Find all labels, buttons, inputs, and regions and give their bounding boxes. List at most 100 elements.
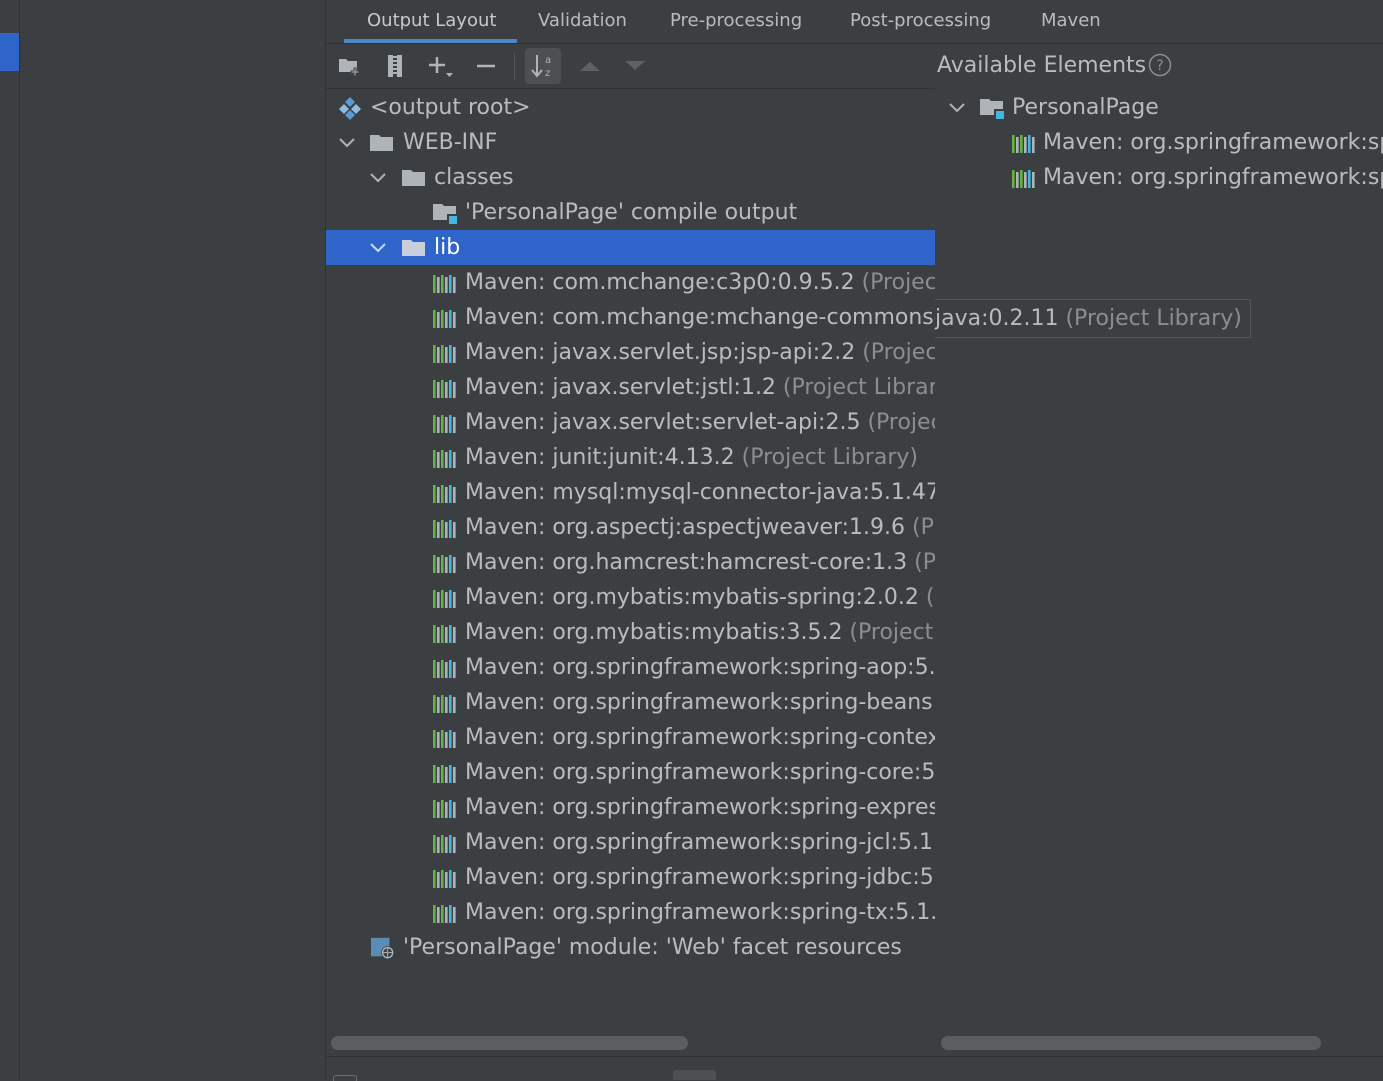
tree-node-output-root[interactable]: <output root> xyxy=(326,90,935,125)
library-name: Maven: org.aspectj:aspectjweaver:1.9.6 xyxy=(465,515,906,540)
tree-node-library[interactable]: Maven: org.springframework:spring-expres xyxy=(326,790,935,825)
library-icon xyxy=(1012,170,1035,188)
library-name: Maven: org.springframework:spring-core:5 xyxy=(465,760,935,785)
available-node-personalpage[interactable]: PersonalPage xyxy=(945,90,1383,125)
tree-node-library[interactable]: Maven: org.springframework:spring-contex xyxy=(326,720,935,755)
available-node-label: PersonalPage xyxy=(1012,95,1159,120)
bottom-checkbox[interactable] xyxy=(333,1075,357,1081)
help-icon[interactable]: ? xyxy=(1148,53,1172,77)
folder-icon xyxy=(370,135,393,151)
library-icon xyxy=(433,905,456,923)
chevron-down-icon[interactable] xyxy=(947,90,967,125)
tree-node-library[interactable]: Maven: org.mybatis:mybatis-spring:2.0.2 … xyxy=(326,580,935,615)
add-icon xyxy=(429,57,453,77)
available-library-item[interactable]: Maven: org.springframework:sp xyxy=(945,160,1383,195)
tree-node-facet-resources[interactable]: 'PersonalPage' module: 'Web' facet resou… xyxy=(326,930,935,965)
tab-pre-processing[interactable]: Pre-processing xyxy=(670,0,802,43)
tree-node-label: Maven: org.springframework:spring-contex xyxy=(465,720,935,755)
tree-node-library[interactable]: Maven: com.mchange:mchange-commons-java:… xyxy=(326,300,935,335)
tree-node-library[interactable]: Maven: org.springframework:spring-aop:5.… xyxy=(326,650,935,685)
sort-alphabetically-button[interactable]: a z xyxy=(525,48,561,84)
chevron-down-icon[interactable] xyxy=(368,230,388,265)
tree-node-library[interactable]: Maven: org.aspectj:aspectjweaver:1.9.6 (… xyxy=(326,510,935,545)
tree-node-label: Maven: javax.servlet:servlet-api:2.5 (Pr… xyxy=(465,405,935,440)
available-library-item[interactable]: Maven: org.springframework:sp xyxy=(945,125,1383,160)
toolbar-separator xyxy=(514,52,515,80)
tree-node-label: Maven: org.aspectj:aspectjweaver:1.9.6 (… xyxy=(465,510,935,545)
move-down-button[interactable] xyxy=(617,48,653,84)
tree-node-label: Maven: org.springframework:spring-jcl:5.… xyxy=(465,825,935,860)
tree-node-library[interactable]: Maven: javax.servlet.jsp:jsp-api:2.2 (Pr… xyxy=(326,335,935,370)
pane-divider[interactable] xyxy=(935,88,936,1030)
remove-button[interactable] xyxy=(468,48,504,84)
tree-node-classes[interactable]: classes xyxy=(326,160,935,195)
svg-text:a: a xyxy=(545,55,551,66)
tree-node-label: 'PersonalPage' compile output xyxy=(465,200,798,225)
chevron-down-icon[interactable] xyxy=(337,125,357,160)
tab-post-processing[interactable]: Post-processing xyxy=(850,0,991,43)
tree-node-library[interactable]: Maven: org.springframework:spring-beans: xyxy=(326,685,935,720)
library-name: Maven: javax.servlet:servlet-api:2.5 xyxy=(465,410,861,435)
library-icon xyxy=(433,870,456,888)
tree-node-library[interactable]: Maven: org.hamcrest:hamcrest-core:1.3 (P… xyxy=(326,545,935,580)
tree-node-library[interactable]: Maven: javax.servlet:servlet-api:2.5 (Pr… xyxy=(326,405,935,440)
left-tool-strip-active-item[interactable] xyxy=(0,33,19,71)
library-icon xyxy=(433,800,456,818)
tree-node-library[interactable]: Maven: org.springframework:spring-jdbc:5… xyxy=(326,860,935,895)
tree-node-library[interactable]: Maven: org.springframework:spring-jcl:5.… xyxy=(326,825,935,860)
library-icon xyxy=(433,555,456,573)
move-up-icon xyxy=(580,62,600,71)
library-name: Maven: org.hamcrest:hamcrest-core:1.3 xyxy=(465,550,908,575)
new-folder-button[interactable] xyxy=(332,48,368,84)
library-scope: (Projec xyxy=(860,410,935,435)
tree-scrollbar-thumb[interactable] xyxy=(331,1036,688,1050)
tree-node-compile-output[interactable]: 'PersonalPage' compile output xyxy=(326,195,935,230)
web-facet-icon xyxy=(371,937,395,960)
library-name: Maven: org.mybatis:mybatis:3.5.2 xyxy=(465,620,843,645)
library-icon xyxy=(433,730,456,748)
new-archive-button[interactable] xyxy=(377,48,413,84)
tree-node-label: Maven: org.springframework:spring-tx:5.1… xyxy=(465,895,935,930)
tree-node-label: Maven: com.mchange:c3p0:0.9.5.2 (Projec xyxy=(465,265,935,300)
tree-node-web-inf[interactable]: WEB-INF xyxy=(326,125,935,160)
move-up-button[interactable] xyxy=(572,48,608,84)
tab-validation[interactable]: Validation xyxy=(538,0,627,43)
tree-node-lib[interactable]: lib xyxy=(326,230,935,265)
library-name: Maven: javax.servlet:jstl:1.2 xyxy=(465,375,776,400)
available-scrollbar-thumb[interactable] xyxy=(941,1036,1321,1050)
tree-node-library[interactable]: Maven: com.mchange:c3p0:0.9.5.2 (Projec xyxy=(326,265,935,300)
bottom-button[interactable] xyxy=(673,1070,716,1080)
library-name-tooltip: java:0.2.11 (Project Library) xyxy=(935,299,1251,338)
library-name: Maven: javax.servlet.jsp:jsp-api:2.2 xyxy=(465,340,856,365)
tree-node-library[interactable]: Maven: junit:junit:4.13.2 (Project Libra… xyxy=(326,440,935,475)
library-icon xyxy=(433,310,456,328)
left-panel xyxy=(20,0,326,1080)
library-scope: (Project Library xyxy=(775,375,935,400)
tree-node-library[interactable]: Maven: javax.servlet:jstl:1.2 (Project L… xyxy=(326,370,935,405)
library-icon xyxy=(433,765,456,783)
library-scope: (Project xyxy=(842,620,934,645)
svg-text:z: z xyxy=(545,68,550,79)
tree-node-library[interactable]: Maven: mysql:mysql-connector-java:5.1.47 xyxy=(326,475,935,510)
tree-node-label: Maven: org.springframework:spring-beans: xyxy=(465,685,935,720)
library-name: Maven: org.springframework:spring-contex xyxy=(465,725,935,750)
library-icon xyxy=(433,415,456,433)
tree-node-label: Maven: org.springframework:spring-jdbc:5… xyxy=(465,860,935,895)
tree-node-label: Maven: org.hamcrest:hamcrest-core:1.3 (P… xyxy=(465,545,935,580)
library-icon xyxy=(433,520,456,538)
library-icon xyxy=(433,380,456,398)
tree-node-label: lib xyxy=(434,235,461,260)
svg-text:?: ? xyxy=(1156,58,1163,74)
output-root-icon xyxy=(339,97,361,120)
add-button[interactable] xyxy=(422,48,458,84)
output-layout-tree[interactable]: <output root> WEB-INF classes 'PersonalP… xyxy=(326,89,935,1029)
tree-node-library[interactable]: Maven: org.mybatis:mybatis:3.5.2 (Projec… xyxy=(326,615,935,650)
tab-output-layout[interactable]: Output Layout xyxy=(367,0,496,43)
tree-node-label: Maven: javax.servlet.jsp:jsp-api:2.2 (Pr… xyxy=(465,335,935,370)
tree-node-library[interactable]: Maven: org.springframework:spring-core:5 xyxy=(326,755,935,790)
tree-node-library[interactable]: Maven: org.springframework:spring-tx:5.1… xyxy=(326,895,935,930)
library-name: Maven: com.mchange:c3p0:0.9.5.2 xyxy=(465,270,855,295)
chevron-down-icon[interactable] xyxy=(368,160,388,195)
tab-maven[interactable]: Maven xyxy=(1041,0,1101,43)
module-output-icon xyxy=(433,204,457,224)
